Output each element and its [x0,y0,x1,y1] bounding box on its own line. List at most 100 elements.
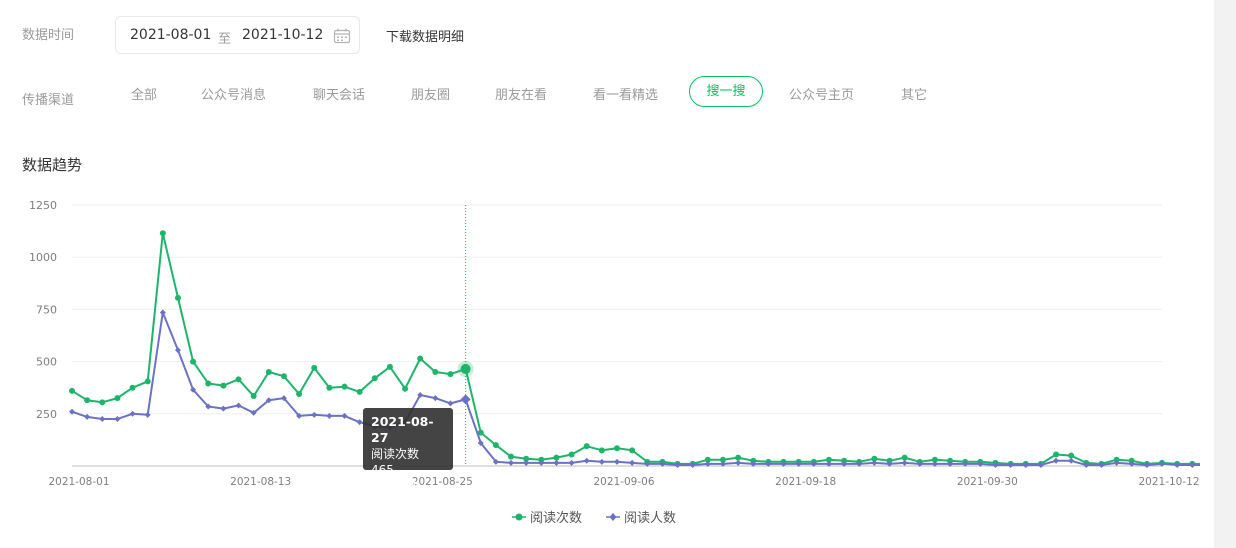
data-point [356,419,363,426]
channel-tab-all[interactable]: 全部 [131,84,157,103]
legend-label-reads: 阅读次数 [530,511,583,526]
date-range-picker[interactable]: 2021-08-01 至 2021-10-12 [115,16,360,54]
data-point [402,385,409,392]
data-point [220,382,227,389]
data-point [1053,457,1060,464]
channel-tab-profile-page[interactable]: 公众号主页 [789,84,854,103]
channel-tab-moments[interactable]: 朋友圈 [411,84,450,103]
data-point [114,416,121,423]
legend-item-reads[interactable]: 阅读次数 [512,507,582,526]
y-tick-label: 500 [36,356,57,369]
data-point [159,230,166,237]
data-point [553,454,560,461]
data-point [614,445,620,452]
data-point [326,384,333,391]
legend-circle-icon [512,513,526,520]
data-point [205,380,212,387]
tooltip-reads: 阅读次数 465 [371,447,420,477]
data-point [311,364,318,371]
legend-item-readers[interactable]: 阅读人数 [606,507,676,526]
data-point [1068,452,1075,459]
trend-section-title: 数据趋势 [22,156,83,174]
page-scrollbar[interactable] [1214,0,1236,548]
data-point [553,459,560,466]
data-point [129,410,136,417]
data-point [508,459,515,466]
data-point [568,459,575,466]
tooltip-readers: 阅读人数 319 [371,479,420,509]
data-point [629,459,636,466]
data-point [568,451,575,458]
y-tick-label: 250 [36,408,57,421]
legend-label-readers: 阅读人数 [624,511,677,526]
data-point [735,454,742,461]
data-point [174,294,181,301]
data-point [144,378,151,385]
data-point [371,375,378,382]
x-tick-label: 2021-08-13 [230,476,291,488]
download-details-link[interactable]: 下载数据明细 [386,26,464,45]
data-point [432,395,439,402]
date-separator: 至 [218,32,232,47]
data-point [99,416,106,423]
data-point [508,453,515,460]
data-point [417,355,424,362]
data-point [447,400,454,407]
data-point [296,390,303,397]
data-point [114,395,121,402]
start-date-value[interactable]: 2021-08-01 [130,27,211,43]
y-tick-label: 1000 [29,251,57,264]
data-point [69,387,75,394]
series-line [71,232,1200,465]
data-point [432,369,439,376]
x-tick-label: 2021-09-30 [957,476,1018,488]
data-point [129,384,136,391]
data-point [735,459,742,466]
end-date-value[interactable]: 2021-10-12 [242,27,323,43]
calendar-icon[interactable] [333,28,351,44]
date-range-label: 数据时间 [22,28,75,43]
tooltip-date: 2021-08-27 [371,414,434,445]
trend-line-chart[interactable]: 250 500 750 1000 1250 2021-08-01 2021-08-13 202… [0,190,1200,496]
data-point [629,447,636,454]
x-tick-label: 2021-09-18 [775,476,836,488]
x-tick-label: 2021-08-01 [48,476,109,488]
data-point [250,393,257,400]
data-point [174,347,181,354]
data-point [84,397,91,404]
chart-tooltip: 2021-08-27 阅读次数 465 阅读人数 319 [363,408,453,509]
channel-label: 传播渠道 [22,93,75,108]
data-point [614,458,620,465]
data-point [265,369,272,376]
channel-tab-other[interactable]: 其它 [901,84,927,103]
x-tick-label: 2021-10-12 [1138,476,1199,488]
data-point [598,458,605,465]
data-point [460,363,471,374]
legend-diamond-icon [606,512,620,521]
data-point [447,371,454,378]
x-tick-label: 2021-09-06 [593,476,654,488]
data-point [280,373,287,380]
y-tick-label: 1250 [29,199,57,212]
channel-tab-official-messages[interactable]: 公众号消息 [201,84,266,103]
y-tick-label: 750 [36,303,57,316]
data-point [220,405,227,412]
data-point [583,457,590,464]
data-point [901,459,908,466]
data-point [159,309,166,316]
data-point [386,363,393,370]
channel-tab-friends-watching[interactable]: 朋友在看 [495,84,547,103]
channel-tab-top-stories[interactable]: 看一看精选 [593,84,658,103]
data-point [598,447,605,454]
data-point [341,383,348,390]
data-point [901,454,908,461]
data-point [235,376,242,383]
channel-tab-search[interactable]: 搜一搜 [689,76,763,107]
data-point [99,399,106,406]
channel-tab-chat[interactable]: 聊天会话 [313,84,365,103]
data-point [356,388,363,395]
data-point [1068,457,1075,464]
series-line [71,311,1200,466]
data-point [190,358,197,365]
data-point [492,442,499,449]
